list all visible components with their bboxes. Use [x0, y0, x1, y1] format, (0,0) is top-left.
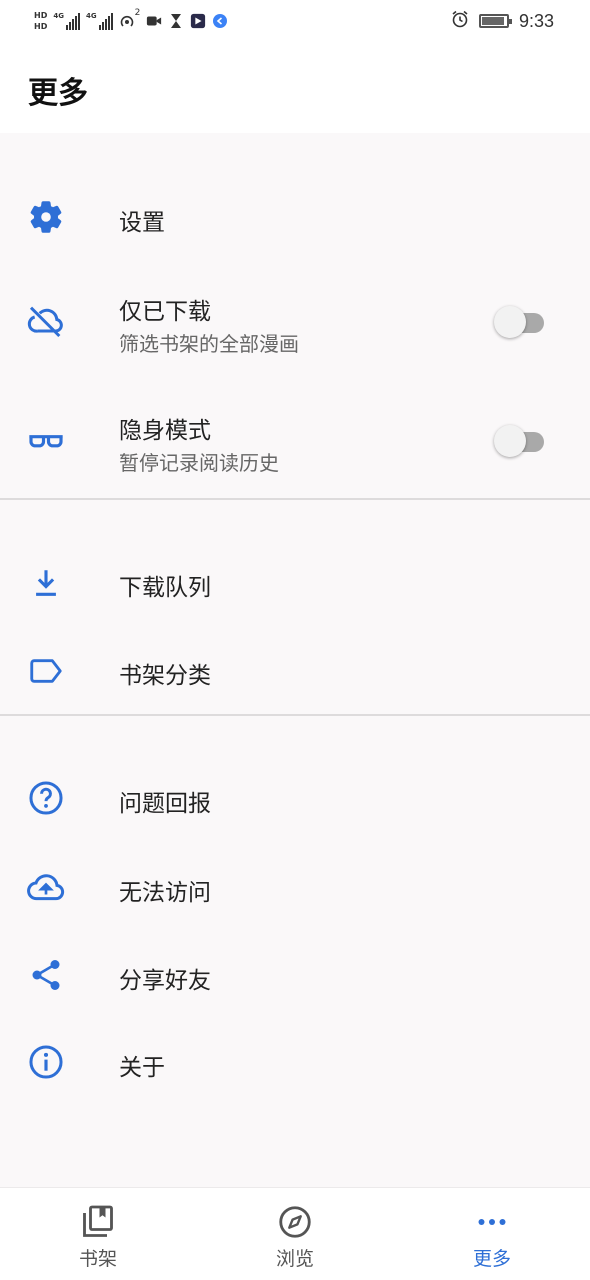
about-label: 关于: [119, 1055, 165, 1081]
hd-label-1: HD: [34, 11, 48, 20]
status-icons-left: HD HD 4G 4G 2: [34, 4, 228, 38]
nav-label-library: 书架: [78, 1248, 117, 1270]
incognito-label: 隐身模式: [119, 418, 211, 444]
nav-label-browse: 浏览: [275, 1248, 314, 1270]
menu-item-settings[interactable]: 设置: [0, 172, 590, 262]
incognito-toggle[interactable]: [494, 425, 544, 457]
page-title: 更多: [28, 76, 88, 111]
compass-icon: [277, 1204, 313, 1240]
incognito-subtitle: 暂停记录阅读历史: [119, 451, 279, 475]
nav-tab-browse[interactable]: 浏览: [197, 1188, 393, 1280]
app-notification-icon: [190, 13, 206, 29]
menu-item-cannot-access[interactable]: 无法访问: [0, 842, 590, 932]
cannot-access-label: 无法访问: [119, 880, 211, 906]
downloaded-only-label: 仅已下载: [119, 299, 211, 325]
more-dots-icon: [474, 1204, 510, 1240]
hd-label-2: HD: [34, 22, 48, 31]
status-icons-right: 9:33: [451, 8, 554, 34]
menu-item-categories[interactable]: 书架分类: [0, 626, 590, 716]
categories-label: 书架分类: [119, 663, 211, 689]
library-icon: [80, 1204, 116, 1240]
cloud-off-icon: [26, 301, 66, 341]
menu-item-download-queue[interactable]: 下载队列: [0, 538, 590, 628]
nav-tab-more[interactable]: 更多: [394, 1188, 590, 1280]
nav-label-more: 更多: [472, 1248, 511, 1270]
clock-time: 9:33: [518, 10, 554, 31]
menu-item-incognito[interactable]: 隐身模式 暂停记录阅读历史: [0, 395, 590, 495]
menu-item-downloaded-only[interactable]: 仅已下载 筛选书架的全部漫画: [0, 276, 590, 376]
cloud-upload-icon: [26, 867, 66, 907]
battery-icon: [478, 14, 512, 28]
app-bar: 更多: [0, 42, 590, 133]
video-icon: [146, 13, 162, 29]
feedback-label: 问题回报: [119, 791, 211, 817]
share-label: 分享好友: [119, 968, 211, 994]
share-icon: [26, 955, 66, 995]
hourglass-icon: [168, 13, 184, 29]
app-notification-icon-2: [212, 13, 228, 29]
download-icon: [26, 563, 66, 603]
gear-icon: [26, 197, 66, 237]
label-icon: [26, 651, 66, 691]
nav-tab-library[interactable]: 书架: [0, 1188, 196, 1280]
divider: [0, 714, 590, 716]
downloaded-only-subtitle: 筛选书架的全部漫画: [119, 332, 299, 356]
menu-item-about[interactable]: 关于: [0, 1017, 590, 1107]
hotspot-icon: [119, 13, 135, 29]
alarm-icon: [451, 10, 469, 32]
settings-label: 设置: [119, 210, 165, 236]
signal-icon-1: 4G: [53, 12, 80, 30]
divider: [0, 498, 590, 500]
menu-item-share[interactable]: 分享好友: [0, 930, 590, 1020]
hd-indicator: HD HD: [34, 11, 47, 31]
download-queue-label: 下载队列: [119, 575, 211, 601]
bottom-navigation: 书架 浏览 更多: [0, 1187, 590, 1280]
downloaded-only-toggle[interactable]: [494, 306, 544, 338]
status-bar: HD HD 4G 4G 2 9:33: [0, 0, 590, 42]
info-icon: [26, 1042, 66, 1082]
signal-icon-2: 4G: [86, 12, 113, 30]
menu-item-feedback[interactable]: 问题回报: [0, 753, 590, 843]
glasses-icon: [26, 420, 66, 460]
hotspot-count: 2: [134, 8, 141, 18]
help-circle-icon: [26, 778, 66, 818]
